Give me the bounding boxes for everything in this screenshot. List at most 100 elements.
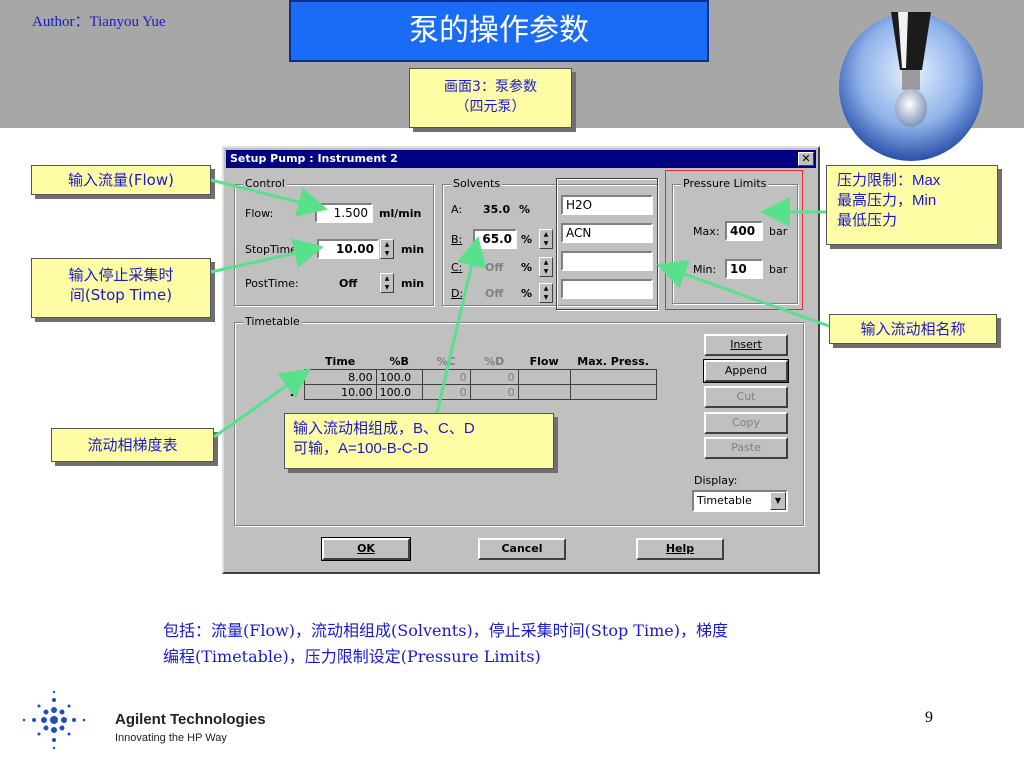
dialog-titlebar[interactable]: Setup Pump : Instrument 2 ✕ (226, 150, 816, 168)
spin-down-icon[interactable]: ▼ (540, 267, 552, 276)
flow-input[interactable]: 1.500 (315, 203, 373, 223)
solvent-c-percent: % (521, 261, 533, 274)
solvents-group-label: Solvents (451, 177, 503, 190)
dialog-title: Setup Pump : Instrument 2 (230, 152, 398, 165)
solvent-b-stepper[interactable]: ▲ ▼ (539, 229, 553, 249)
spin-up-icon[interactable]: ▲ (381, 274, 393, 283)
callout-pressure-line-3: 最低压力 (837, 212, 898, 229)
append-button[interactable]: Append (703, 359, 789, 383)
flow-label: Flow: (245, 207, 274, 220)
cell-c[interactable]: 0 (421, 384, 471, 400)
summary-line-1: 包括：流量(Flow)，流动相组成(Solvents)，停止采集时间(Stop … (163, 621, 728, 640)
table-row[interactable]: 1 8.00 100.0 0 0 (284, 369, 657, 385)
spin-down-icon[interactable]: ▼ (381, 283, 393, 292)
col-time-header: Time (325, 355, 356, 368)
flow-unit: ml/min (379, 207, 422, 220)
timetable-grid[interactable]: Time %B %C %D Flow Max. Press. 1 8.00 10… (284, 354, 657, 400)
solvent-a-percent: % (519, 203, 531, 216)
table-row[interactable]: 2 10.00 100.0 0 0 (284, 384, 657, 400)
cell-time[interactable]: 10.00 (303, 384, 377, 400)
cell-time[interactable]: 8.00 (303, 369, 377, 385)
callout-pressure-line-2: 最高压力，Min (837, 192, 937, 209)
col-flow-header: Flow (529, 355, 559, 368)
setup-pump-dialog: Setup Pump : Instrument 2 ✕ Control Flow… (222, 146, 820, 574)
slide-title: 泵的操作参数 (289, 0, 709, 62)
summary-text: 包括：流量(Flow)，流动相组成(Solvents)，停止采集时间(Stop … (163, 618, 923, 670)
agilent-spark-icon (22, 690, 86, 750)
cut-button[interactable]: Cut (704, 386, 788, 408)
spin-up-icon[interactable]: ▲ (540, 230, 552, 239)
callout-composition-line-2: 可输，A=100-B-C-D (293, 440, 429, 457)
cell-flow[interactable] (517, 384, 571, 400)
callout-timetable: 流动相梯度表 (51, 428, 214, 462)
spin-up-icon[interactable]: ▲ (540, 258, 552, 267)
spin-down-icon[interactable]: ▼ (540, 293, 552, 302)
callout-flow: 输入流量(Flow) (31, 165, 211, 195)
col-d-header: %D (484, 355, 505, 368)
copy-button[interactable]: Copy (704, 412, 788, 434)
brand-name: Agilent Technologies (115, 711, 266, 728)
cell-d[interactable]: 0 (469, 369, 519, 385)
author-label: Author：Tianyou Yue (32, 14, 166, 30)
subtitle-line-2: （四元泵） (455, 99, 526, 115)
callout-composition: 输入流动相组成，B、C、D 可输，A=100-B-C-D (284, 413, 554, 469)
solvent-d-stepper[interactable]: ▲ ▼ (539, 283, 553, 303)
pressure-limits-label: Pressure Limits (681, 177, 769, 190)
solvent-b-percent: % (521, 233, 533, 246)
summary-line-2: 编程(Timetable)，压力限制设定(Pressure Limits) (163, 647, 541, 666)
stoptime-stepper[interactable]: ▲ ▼ (380, 239, 394, 259)
insert-button[interactable]: Insert (704, 334, 788, 356)
ok-button[interactable]: OK (321, 537, 411, 561)
solvent-c-label: C: (451, 261, 463, 274)
cell-maxpress[interactable] (569, 384, 657, 400)
cell-maxpress[interactable] (569, 369, 657, 385)
solvent-d-value[interactable]: Off (485, 287, 503, 300)
control-group-label: Control (243, 177, 287, 190)
row-number: 1 (284, 369, 305, 385)
solvent-c-value[interactable]: Off (485, 261, 503, 274)
solvent-a-name-input[interactable]: H2O (561, 195, 653, 215)
stoptime-input[interactable]: 10.00 (317, 239, 379, 259)
spin-up-icon[interactable]: ▲ (381, 240, 393, 249)
page-number: 9 (925, 709, 933, 726)
cell-b[interactable]: 100.0 (375, 369, 423, 385)
posttime-label: PostTime: (245, 277, 299, 290)
cell-b[interactable]: 100.0 (375, 384, 423, 400)
solvent-d-percent: % (521, 287, 533, 300)
cell-flow[interactable] (517, 369, 571, 385)
cancel-button[interactable]: Cancel (478, 538, 566, 560)
solvent-c-stepper[interactable]: ▲ ▼ (539, 257, 553, 277)
table-corner (284, 354, 304, 370)
pressure-max-input[interactable]: 400 (725, 221, 763, 241)
posttime-unit: min (401, 277, 425, 290)
solvent-d-name-input[interactable] (561, 279, 653, 299)
callout-pressure: 压力限制：Max 最高压力，Min 最低压力 (826, 165, 998, 245)
spin-down-icon[interactable]: ▼ (540, 239, 552, 248)
posttime-stepper[interactable]: ▲ ▼ (380, 273, 394, 293)
timetable-group-label: Timetable (243, 315, 302, 328)
pressure-min-input[interactable]: 10 (725, 259, 763, 279)
brand-tagline: Innovating the HP Way (115, 732, 227, 744)
spin-up-icon[interactable]: ▲ (540, 284, 552, 293)
col-b-header: %B (389, 355, 409, 368)
cell-d[interactable]: 0 (469, 384, 519, 400)
solvent-c-name-input[interactable] (561, 251, 653, 271)
callout-pressure-line-1: 压力限制：Max (837, 172, 941, 189)
pressure-limits-group: Pressure Limits Max: 400 bar Min: 10 bar (672, 177, 798, 304)
stoptime-label: StopTime: (245, 243, 301, 256)
solvent-b-input[interactable]: 65.0 (473, 229, 517, 249)
paste-button[interactable]: Paste (704, 437, 788, 459)
cell-c[interactable]: 0 (421, 369, 471, 385)
stoptime-unit: min (401, 243, 425, 256)
display-select[interactable]: Timetable ▼ (692, 490, 788, 512)
callout-stoptime: 输入停止采集时 间(Stop Time) (31, 258, 211, 318)
close-icon[interactable]: ✕ (798, 152, 814, 166)
spin-down-icon[interactable]: ▼ (381, 249, 393, 258)
slide-subtitle: 画面3：泵参数 （四元泵） (409, 68, 572, 128)
help-button[interactable]: Help (636, 538, 724, 560)
chevron-down-icon[interactable]: ▼ (770, 492, 786, 510)
posttime-value[interactable]: Off (339, 277, 357, 290)
solvent-b-name-input[interactable]: ACN (561, 223, 653, 243)
row-number: 2 (284, 384, 305, 400)
callout-stoptime-line-2: 间(Stop Time) (69, 286, 173, 304)
